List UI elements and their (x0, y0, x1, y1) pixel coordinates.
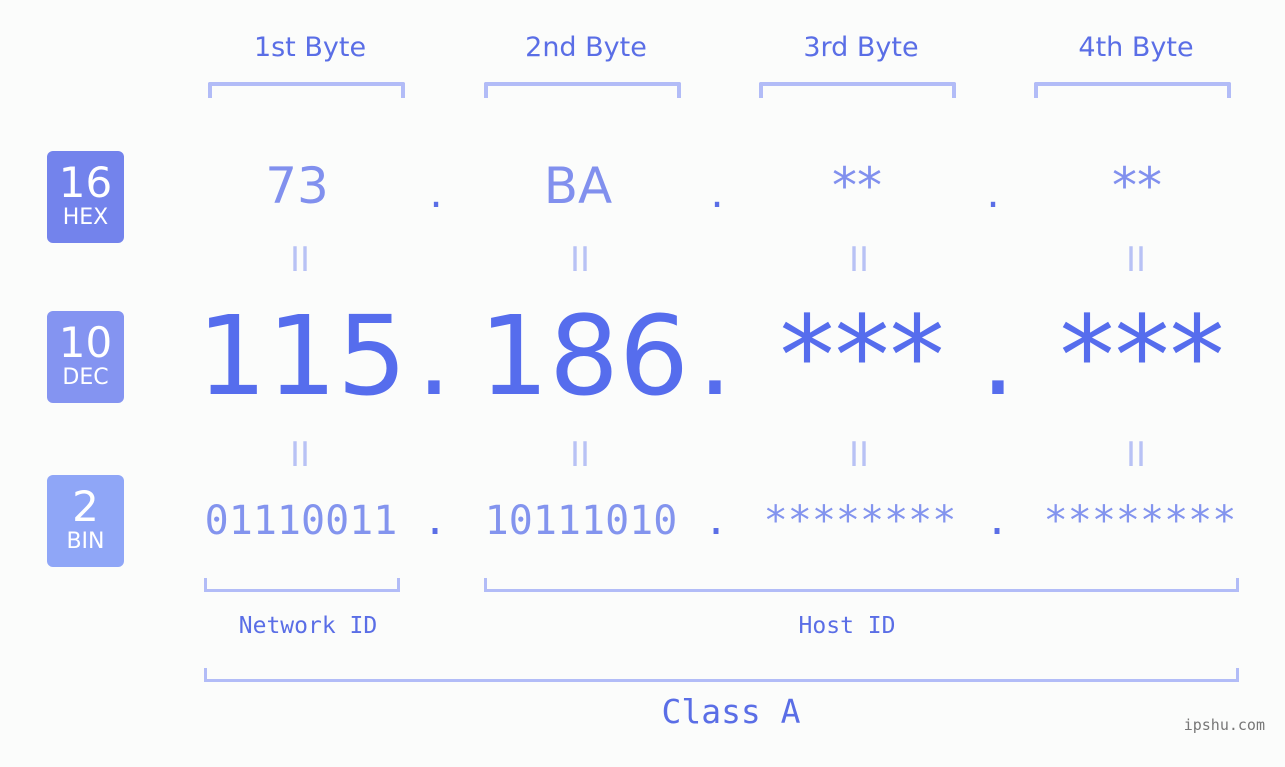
dec-separator-2: . (697, 292, 733, 420)
byte-bracket-4 (1034, 82, 1231, 98)
hex-separator-2: . (710, 168, 724, 217)
equals-icon: II (289, 435, 311, 475)
dec-base-number: 10 (58, 318, 113, 367)
ip-class-label: Class A (661, 692, 801, 731)
bin-byte-2: 10111010 (484, 498, 678, 544)
bin-byte-1: 01110011 (204, 498, 398, 544)
hex-base-number: 16 (58, 158, 113, 207)
bin-separator-3: . (984, 498, 1010, 544)
dec-separator-1: . (416, 292, 452, 420)
dec-byte-1: 115 (197, 292, 407, 420)
hex-byte-2: BA (543, 157, 613, 215)
bin-separator-2: . (703, 498, 729, 544)
network-id-bracket (204, 578, 400, 592)
host-id-label: Host ID (798, 613, 896, 639)
byte-bracket-1 (208, 82, 405, 98)
hex-byte-3: ** (832, 157, 882, 215)
hex-base-label: HEX (62, 205, 109, 230)
class-bracket (204, 668, 1239, 682)
hex-separator-1: . (429, 168, 443, 217)
hex-base-badge: 16 HEX (47, 151, 124, 243)
byte-header-4: 4th Byte (1078, 32, 1194, 63)
dec-byte-2: 186 (479, 292, 689, 420)
equals-icon: II (569, 240, 591, 280)
equals-icon: II (569, 435, 591, 475)
bin-base-label: BIN (66, 529, 105, 554)
equals-icon: II (1125, 240, 1147, 280)
equals-icon: II (848, 435, 870, 475)
dec-base-badge: 10 DEC (47, 311, 124, 403)
bin-byte-3: ******** (763, 498, 957, 544)
dec-byte-3: *** (779, 292, 945, 420)
dec-separator-3: . (980, 292, 1016, 420)
bin-byte-4: ******** (1043, 498, 1237, 544)
equals-icon: II (1125, 435, 1147, 475)
bin-base-badge: 2 BIN (47, 475, 124, 567)
hex-byte-1: 73 (265, 157, 329, 215)
watermark: ipshu.com (1183, 716, 1265, 734)
equals-icon: II (289, 240, 311, 280)
hex-separator-3: . (986, 168, 1000, 217)
bin-base-number: 2 (72, 482, 99, 531)
dec-byte-4: *** (1059, 292, 1225, 420)
equals-icon: II (848, 240, 870, 280)
byte-bracket-3 (759, 82, 956, 98)
byte-header-3: 3rd Byte (803, 32, 919, 63)
byte-header-1: 1st Byte (253, 32, 367, 63)
network-id-label: Network ID (238, 613, 378, 639)
dec-base-label: DEC (62, 365, 109, 390)
hex-byte-4: ** (1112, 157, 1162, 215)
bin-separator-1: . (422, 498, 448, 544)
byte-header-2: 2nd Byte (525, 32, 647, 63)
host-id-bracket (484, 578, 1239, 592)
byte-bracket-2 (484, 82, 681, 98)
